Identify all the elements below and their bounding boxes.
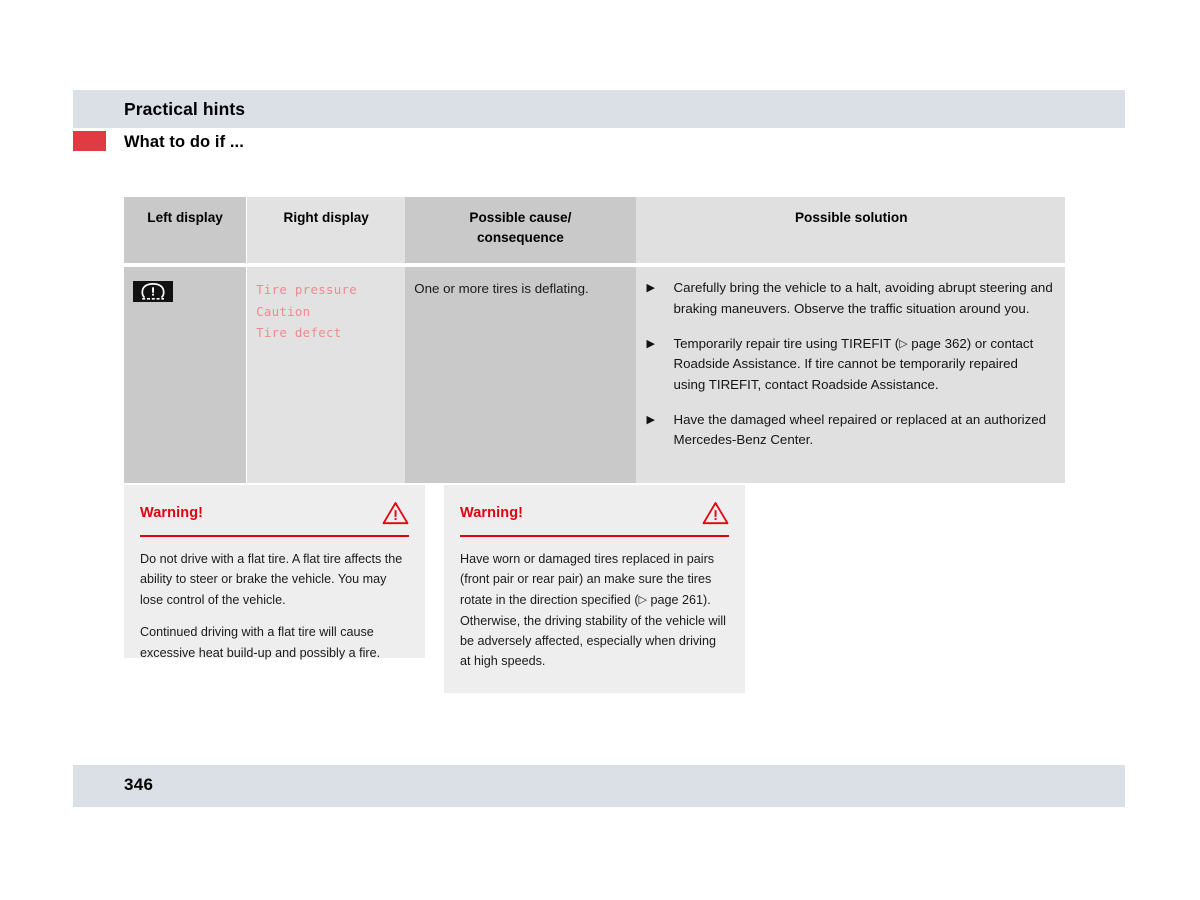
possible-solution-content: ▶ Carefully bring the vehicle to a halt,…	[636, 267, 1065, 482]
manual-page: Practical hints What to do if ... Left d…	[0, 0, 1200, 900]
warning-triangle-icon	[702, 501, 729, 525]
solution-text: Temporarily repair tire using TIREFIT (▷…	[674, 334, 1053, 395]
left-display-content	[124, 267, 246, 483]
page-reference-link[interactable]: page 261	[647, 593, 703, 607]
column-header-cause-label: Possible cause/ consequence	[405, 197, 635, 263]
display-message-line: Caution	[256, 303, 311, 319]
triangle-bullet-icon: ▶	[646, 282, 655, 295]
page-number: 346	[124, 775, 154, 794]
symbol-table: Left display Right display Possible caus…	[124, 197, 1065, 484]
warning-title: Warning!	[460, 505, 524, 521]
cell-right-display: Tire pressure Caution Tire defect	[247, 267, 406, 484]
column-header-cause-line2: consequence	[476, 230, 564, 246]
list-item: ▶ Temporarily repair tire using TIREFIT …	[647, 334, 1053, 395]
possible-cause-text: One or more tires is deflating.	[414, 281, 589, 297]
page-reference-triangle-icon: ▷	[638, 594, 647, 607]
column-header-right-display-label: Right display	[283, 210, 369, 225]
table-row: Tire pressure Caution Tire defect One or…	[124, 267, 1065, 484]
warning-paragraph: Have worn or damaged tires replaced in p…	[460, 549, 729, 672]
tire-pressure-warning-lamp-icon	[133, 281, 173, 303]
warning-title: Warning!	[140, 505, 204, 521]
warning-box: Warning! Do not drive with a flat tire. …	[124, 485, 425, 660]
chapter-title: Practical hints	[124, 99, 246, 119]
column-header-right-display: Right display	[247, 197, 406, 264]
footer-band	[73, 765, 1125, 807]
page-reference-link[interactable]: page 362	[908, 336, 966, 351]
display-message-line: Tire defect	[256, 324, 342, 340]
warning-box: Warning! Have worn or damaged tires repl…	[444, 485, 745, 693]
display-message-line: Tire pressure	[256, 282, 358, 298]
column-header-solution-label: Possible solution	[794, 210, 908, 225]
right-display-content: Tire pressure Caution Tire defect	[247, 267, 405, 483]
column-header-cause: Possible cause/ consequence	[405, 197, 636, 264]
column-header-left-display-label: Left display	[147, 210, 223, 225]
warning-triangle-icon	[382, 501, 409, 525]
cell-left-display	[124, 267, 247, 484]
table-header-row: Left display Right display Possible caus…	[124, 197, 1065, 264]
solution-text-before-ref: Temporarily repair tire using TIREFIT (	[673, 335, 900, 351]
column-header-cause-line1: Possible cause/	[469, 210, 572, 225]
warning-box-header: Warning!	[140, 499, 409, 527]
cell-possible-cause: One or more tires is deflating.	[405, 267, 636, 484]
solution-list: ▶ Carefully bring the vehicle to a halt,…	[647, 278, 1053, 450]
triangle-bullet-icon: ▶	[646, 413, 655, 426]
warning-box-header: Warning!	[460, 499, 729, 527]
warning-divider	[140, 535, 409, 537]
solution-text: Carefully bring the vehicle to a halt, a…	[673, 280, 1053, 316]
list-item: ▶ Carefully bring the vehicle to a halt,…	[647, 278, 1053, 319]
symbol-table-wrapper: Left display Right display Possible caus…	[124, 197, 1065, 484]
warning-divider	[460, 535, 729, 537]
column-header-left-display: Left display	[124, 197, 247, 264]
section-color-marker	[73, 131, 106, 151]
warning-paragraph: Continued driving with a flat tire will …	[140, 625, 381, 660]
section-title: What to do if ...	[124, 133, 244, 151]
warning-paragraph: Do not drive with a flat tire. A flat ti…	[140, 552, 403, 607]
solution-text: Have the damaged wheel repaired or repla…	[673, 411, 1047, 448]
cell-possible-solution: ▶ Carefully bring the vehicle to a halt,…	[635, 267, 1065, 484]
column-header-solution: Possible solution	[635, 197, 1065, 264]
possible-cause-content: One or more tires is deflating.	[405, 267, 635, 483]
page-reference-triangle-icon: ▷	[899, 338, 908, 351]
list-item: ▶ Have the damaged wheel repaired or rep…	[647, 410, 1053, 451]
triangle-bullet-icon: ▶	[646, 337, 655, 350]
